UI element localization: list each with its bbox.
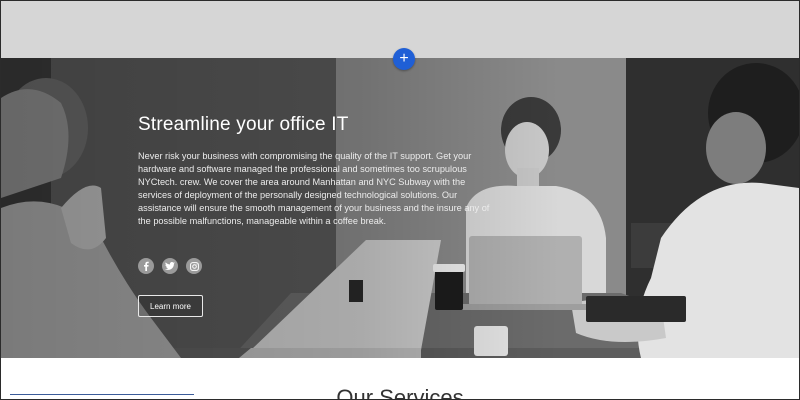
learn-more-button[interactable]: Learn more <box>138 295 203 317</box>
hero-title: Streamline your office IT <box>138 114 349 135</box>
page-frame: + Streamline your office IT Never risk y… <box>0 0 800 400</box>
add-section-button[interactable]: + <box>393 48 415 70</box>
plus-icon: + <box>399 50 409 67</box>
services-title: Our Services <box>336 385 464 400</box>
facebook-icon[interactable] <box>138 258 154 274</box>
instagram-icon[interactable] <box>186 258 202 274</box>
hero-section: Streamline your office IT Never risk you… <box>1 58 799 358</box>
twitter-icon[interactable] <box>162 258 178 274</box>
hero-description: Never risk your business with compromisi… <box>138 151 490 227</box>
social-links <box>138 258 202 274</box>
